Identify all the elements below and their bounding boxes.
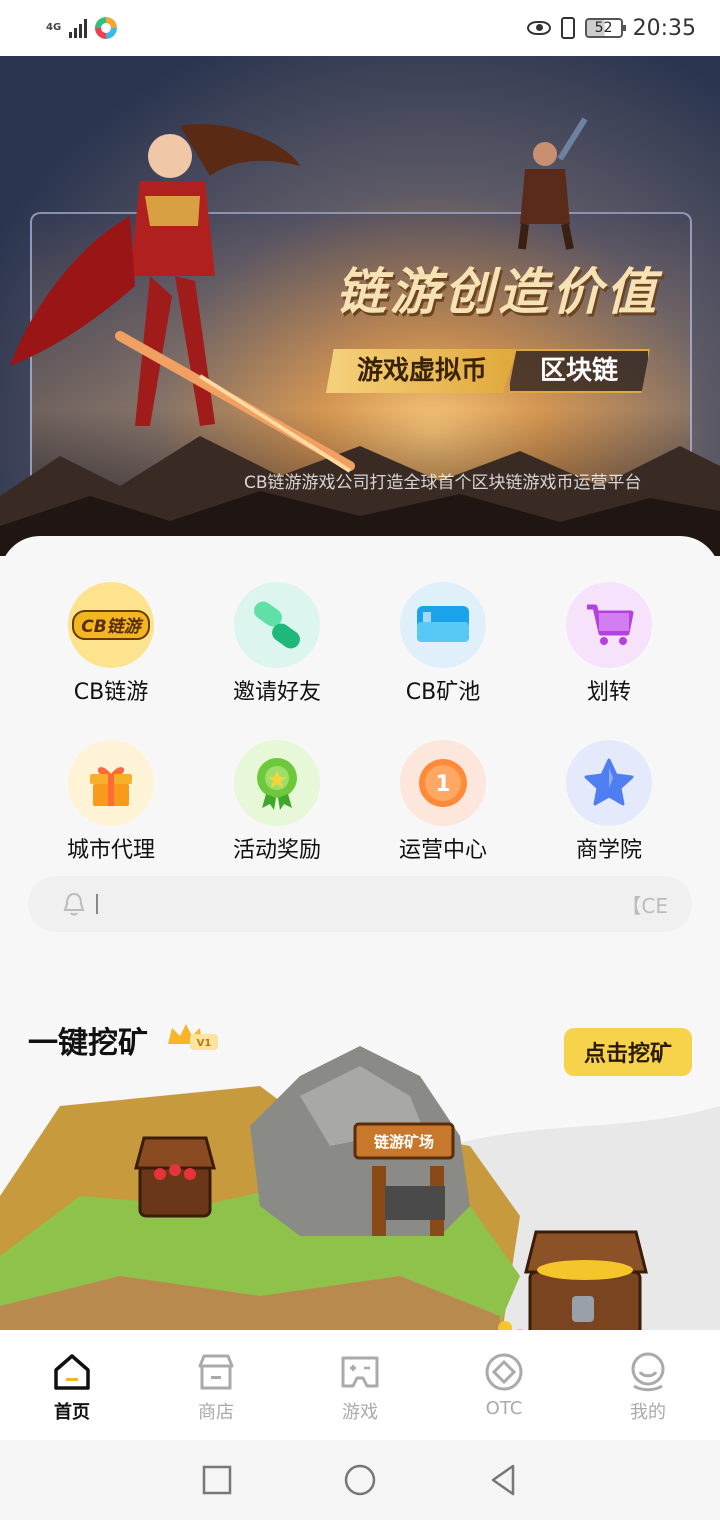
- mine-sign-text: 链游矿场: [374, 1133, 434, 1151]
- menu-label: 城市代理: [66, 838, 155, 863]
- feature-grid: CB链游 CB链游 邀请好友 CB矿池 划转 城市代理 活动奖励 1 运营中心 …: [28, 582, 692, 864]
- menu-label: 运营中心: [398, 838, 487, 863]
- menu-item-cb-pool[interactable]: CB矿池: [360, 582, 526, 706]
- card-icon: [400, 582, 486, 668]
- profile-icon: [631, 1352, 665, 1392]
- mining-title: 一键挖矿: [28, 1026, 148, 1061]
- menu-item-business-school[interactable]: 商学院: [526, 740, 692, 864]
- menu-label: CB矿池: [405, 680, 481, 705]
- nav-game[interactable]: 游戏: [288, 1330, 432, 1440]
- banner-tag-virtual-coin: 游戏虚拟币: [326, 349, 518, 393]
- gift-icon: [68, 740, 154, 826]
- nav-profile[interactable]: 我的: [576, 1330, 720, 1440]
- number-one-coin-icon: 1: [400, 740, 486, 826]
- network-type: 4G: [46, 22, 62, 33]
- menu-label: 邀请好友: [232, 680, 321, 705]
- cb-game-logo-icon: CB链游: [68, 582, 154, 668]
- nav-home[interactable]: 首页: [0, 1330, 144, 1440]
- warrior-man-illustration: [518, 117, 588, 250]
- menu-item-transfer[interactable]: 划转: [526, 582, 692, 706]
- hero-banner[interactable]: 链游创造价值 游戏虚拟币 区块链 CB链游游戏公司打造全球首个区块链游戏币运营平…: [0, 56, 720, 556]
- back-button[interactable]: [487, 1463, 519, 1497]
- nav-label: 我的: [630, 1402, 666, 1423]
- menu-label: CB链游: [73, 680, 149, 705]
- medal-icon: [234, 740, 320, 826]
- bell-icon: [63, 892, 85, 916]
- notice-text: 【CE: [621, 893, 668, 918]
- link-icon: [234, 582, 320, 668]
- nav-label: 游戏: [342, 1402, 378, 1423]
- warrior-woman-illustration: [10, 124, 355, 473]
- home-button[interactable]: [343, 1463, 377, 1497]
- clock: 20:35: [632, 15, 696, 41]
- banner-title: 链游创造价值: [336, 263, 660, 321]
- gamepad-icon: [341, 1356, 379, 1388]
- eye-comfort-icon: [526, 21, 551, 35]
- menu-label: 活动奖励: [232, 838, 321, 863]
- svg-text:1: 1: [435, 772, 450, 797]
- menu-label: 商学院: [575, 838, 642, 863]
- nav-label: OTC: [485, 1398, 523, 1419]
- bottom-navigation: 首页 商店 游戏 OTC 我的: [0, 1330, 720, 1440]
- nav-label: 商店: [198, 1402, 234, 1423]
- recent-apps-button[interactable]: [201, 1464, 233, 1496]
- vibrate-icon: [560, 17, 575, 39]
- menu-item-activity-reward[interactable]: 活动奖励: [194, 740, 360, 864]
- crown-vip-icon: V1: [168, 1024, 218, 1050]
- battery-level: 52: [594, 20, 613, 36]
- cb-logo-text: CB链游: [81, 617, 143, 637]
- nav-otc[interactable]: OTC: [432, 1330, 576, 1440]
- app-notification-icon: [95, 17, 118, 39]
- main-panel: CB链游 CB链游 邀请好友 CB矿池 划转 城市代理 活动奖励 1 运营中心 …: [0, 536, 720, 1346]
- menu-item-operation-center[interactable]: 1 运营中心: [360, 740, 526, 864]
- banner-subtitle: CB链游游戏公司打造全球首个区块链游戏币运营平台: [244, 473, 642, 493]
- menu-item-invite-friends[interactable]: 邀请好友: [194, 582, 360, 706]
- menu-label: 划转: [586, 680, 631, 705]
- start-mining-button[interactable]: 点击挖矿: [564, 1028, 692, 1076]
- nav-shop[interactable]: 商店: [144, 1330, 288, 1440]
- nav-label: 首页: [54, 1402, 90, 1423]
- star-icon: [566, 740, 652, 826]
- notice-divider: [96, 894, 98, 914]
- banner-tag-blockchain: 区块链: [508, 349, 650, 393]
- status-bar: 4G 52 20:35: [0, 0, 720, 56]
- home-icon: [54, 1354, 90, 1390]
- shop-icon: [198, 1354, 234, 1390]
- menu-item-city-agent[interactable]: 城市代理: [28, 740, 194, 864]
- signal-icon: [69, 18, 88, 38]
- cart-icon: [566, 582, 652, 668]
- vip-level: V1: [197, 1038, 212, 1049]
- notice-bar[interactable]: 【CE: [28, 876, 692, 932]
- system-navigation-bar: [0, 1440, 720, 1520]
- otc-icon: [485, 1353, 523, 1391]
- battery-icon: 52: [584, 18, 626, 38]
- menu-item-cb-game[interactable]: CB链游 CB链游: [28, 582, 194, 706]
